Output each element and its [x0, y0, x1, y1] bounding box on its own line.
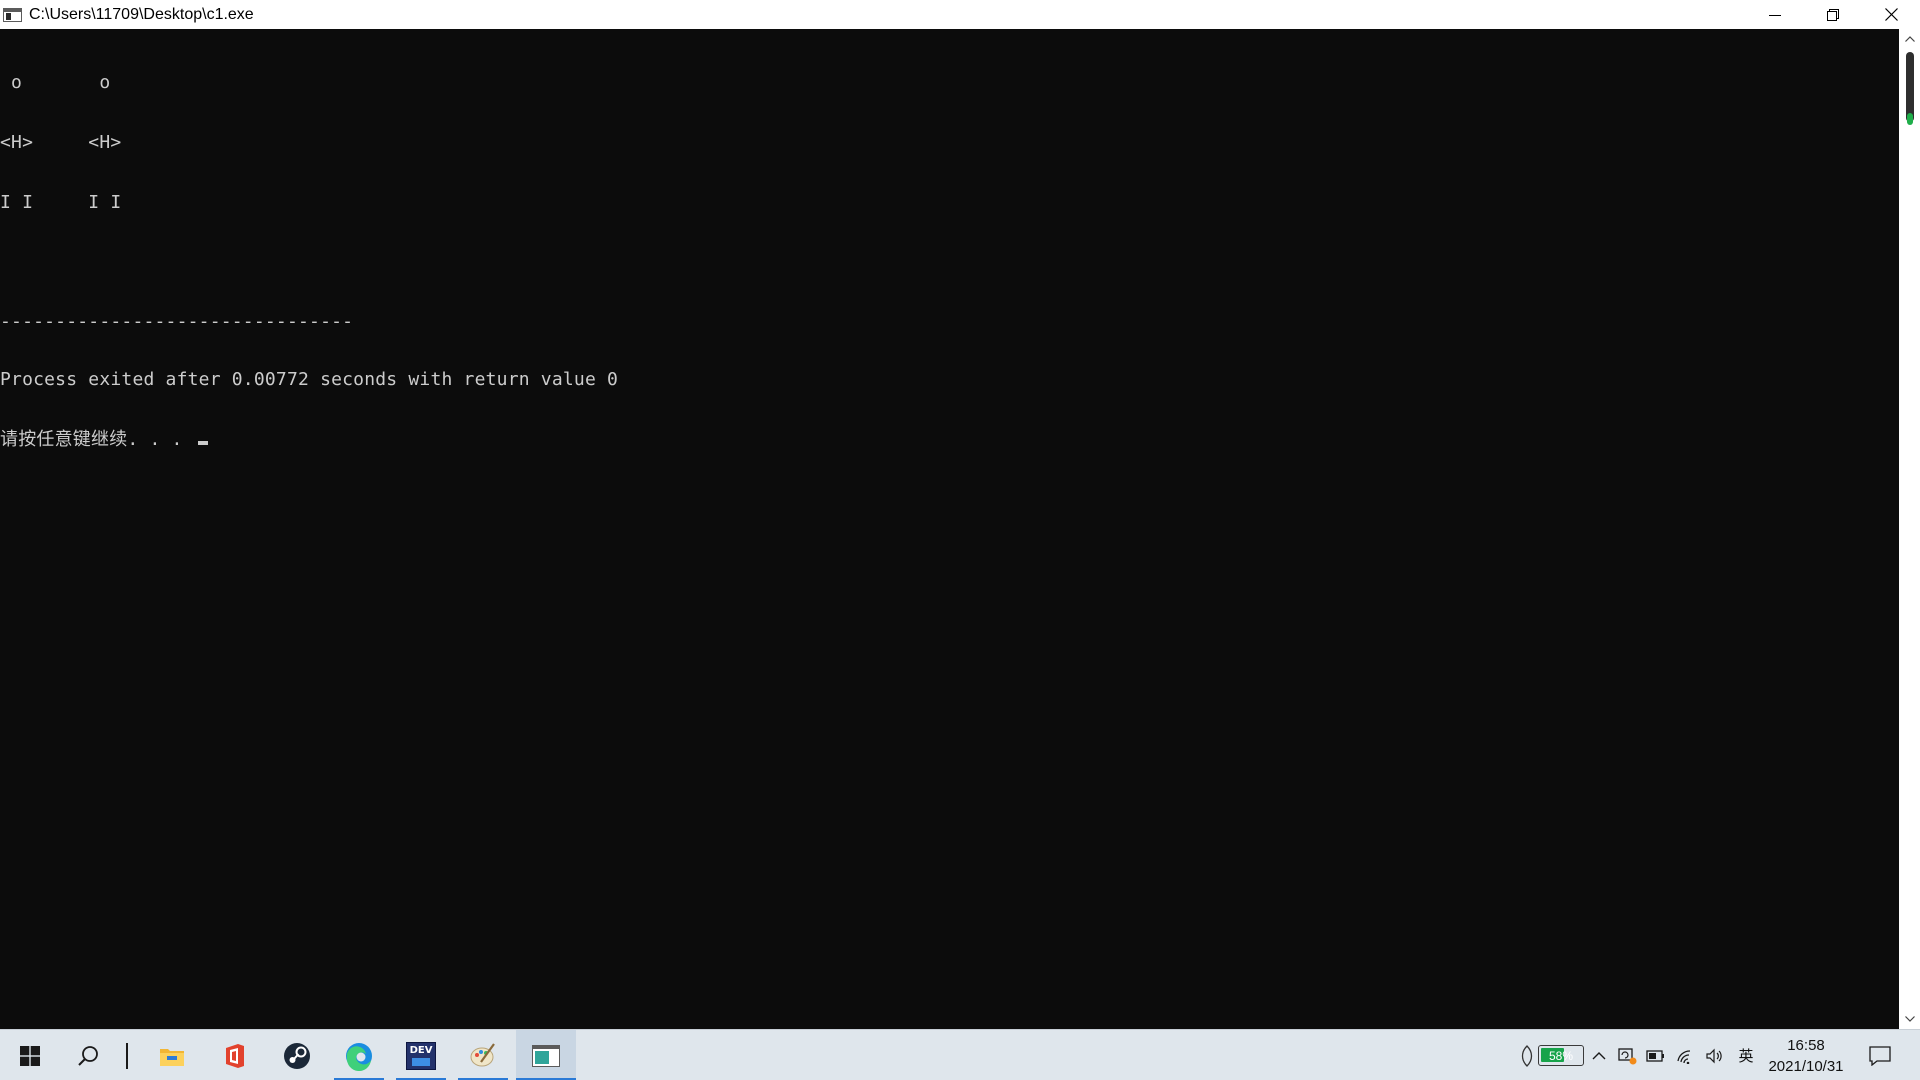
update-icon — [1618, 1047, 1637, 1064]
battery-percent-label: 58% — [1548, 1048, 1574, 1063]
console-window-button[interactable] — [516, 1030, 576, 1080]
clock-date: 2021/10/31 — [1768, 1057, 1844, 1075]
clock[interactable]: 16:58 2021/10/31 — [1758, 1030, 1854, 1080]
minimize-icon — [1769, 14, 1781, 16]
title-bar[interactable]: C:\Users\11709\Desktop\c1.exe — [0, 0, 1920, 29]
console-line: -------------------------------- — [0, 311, 354, 332]
tray-update-button[interactable] — [1614, 1030, 1640, 1080]
edge-icon — [346, 1042, 372, 1071]
show-hidden-icons-button[interactable] — [1588, 1030, 1610, 1080]
console-output[interactable]: o o <H> <H> I I I I --------------------… — [0, 29, 1899, 1029]
close-icon — [1884, 8, 1898, 21]
text-cursor — [197, 441, 208, 445]
battery-indicator[interactable]: 58% — [1538, 1045, 1584, 1066]
search-icon — [78, 1045, 98, 1066]
console-app-icon[interactable] — [3, 7, 23, 23]
restore-icon — [1827, 8, 1839, 21]
input-method-button[interactable]: 英 — [1734, 1030, 1758, 1080]
office-icon — [226, 1043, 244, 1068]
console-line: I I I I — [0, 192, 122, 213]
battery-icon — [1646, 1049, 1664, 1062]
office-button[interactable] — [210, 1030, 260, 1080]
steam-icon — [284, 1042, 310, 1069]
console-line: Process exited after 0.00772 seconds wit… — [0, 369, 619, 390]
start-button[interactable] — [6, 1030, 54, 1080]
notification-icon — [1869, 1045, 1891, 1066]
devcpp-button[interactable]: DEV — [396, 1030, 446, 1080]
search-button[interactable] — [64, 1030, 112, 1080]
network-button[interactable] — [1674, 1030, 1698, 1080]
devcpp-icon-label: DEV — [409, 1045, 433, 1056]
windows-logo-icon — [20, 1045, 40, 1066]
minimize-button[interactable] — [1746, 0, 1804, 29]
clock-time: 16:58 — [1787, 1036, 1825, 1054]
notification-center-button[interactable] — [1862, 1030, 1898, 1080]
speaker-icon — [1706, 1048, 1722, 1063]
scroll-thumb-indicator — [1907, 113, 1913, 125]
press-any-key-prompt: 请按任意键继续. . . — [0, 429, 194, 450]
scroll-down-button[interactable] — [1899, 1009, 1920, 1029]
input-method-label: 英 — [1738, 1047, 1754, 1065]
vertical-scrollbar[interactable] — [1899, 29, 1920, 1029]
chevron-up-icon — [1592, 1051, 1606, 1059]
console-line: <H> <H> — [0, 132, 122, 153]
close-button[interactable] — [1862, 0, 1920, 29]
power-button[interactable] — [1644, 1030, 1668, 1080]
paint-icon — [470, 1042, 495, 1066]
edge-button[interactable] — [334, 1030, 384, 1080]
scroll-up-button[interactable] — [1899, 29, 1920, 49]
console-line: o o — [0, 72, 111, 93]
wifi-icon — [1677, 1049, 1691, 1064]
chevron-down-icon — [1904, 1016, 1915, 1022]
window-controls — [1746, 0, 1920, 29]
console-icon — [532, 1044, 560, 1067]
tray-leaf-button[interactable] — [1518, 1030, 1536, 1080]
chevron-up-icon — [1904, 36, 1915, 42]
restore-button[interactable] — [1804, 0, 1862, 29]
window-title: C:\Users\11709\Desktop\c1.exe — [29, 5, 254, 23]
volume-button[interactable] — [1704, 1030, 1726, 1080]
leaf-icon — [1521, 1044, 1533, 1067]
scroll-thumb[interactable] — [1906, 52, 1914, 122]
taskbar: DEV 58% 英 16:58 2021/10/31 — [0, 1029, 1920, 1080]
file-explorer-button[interactable] — [147, 1030, 197, 1080]
steam-button[interactable] — [272, 1030, 322, 1080]
console-prompt-line: 请按任意键继续. . . — [0, 430, 1899, 450]
folder-icon — [160, 1048, 184, 1066]
paint-button[interactable] — [458, 1030, 508, 1080]
devcpp-icon: DEV — [406, 1041, 436, 1070]
taskbar-separator — [120, 1030, 134, 1080]
